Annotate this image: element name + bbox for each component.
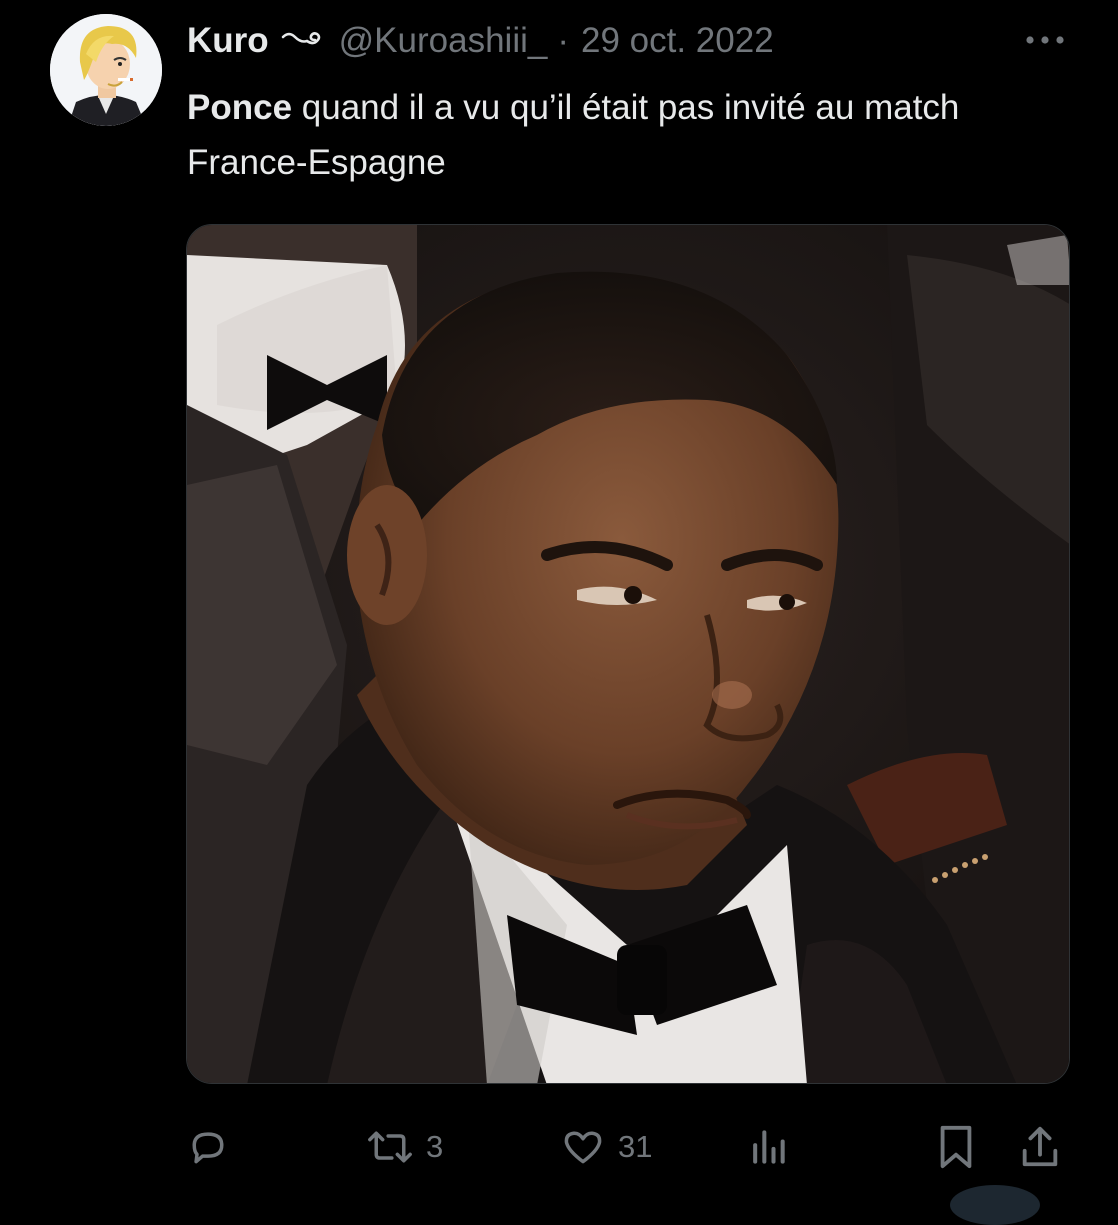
reply-icon — [186, 1125, 230, 1169]
tweet-date[interactable]: 29 oct. 2022 — [581, 21, 774, 61]
tweet-header: Kuro @Kuroashiii_ · 29 oct. 2022 — [187, 18, 774, 64]
bookmark-button[interactable] — [936, 1118, 976, 1176]
bookmark-icon — [936, 1124, 976, 1170]
more-options-icon[interactable] — [1024, 32, 1066, 48]
retweet-count: 3 — [426, 1129, 444, 1164]
views-button[interactable] — [748, 1118, 788, 1176]
floating-button-edge[interactable] — [950, 1185, 1040, 1225]
author-display-name[interactable]: Kuro — [187, 21, 269, 61]
retweet-icon — [366, 1125, 414, 1169]
tweet[interactable]: Kuro @Kuroashiii_ · 29 oct. 2022 Ponce q… — [0, 0, 1118, 1225]
tweet-photo[interactable] — [186, 224, 1070, 1084]
analytics-icon — [748, 1125, 788, 1169]
swirl-icon — [281, 27, 327, 55]
like-button[interactable]: 31 — [560, 1118, 652, 1176]
tweet-actions: 3 31 — [186, 1118, 1066, 1176]
mentioned-name: Ponce — [187, 88, 293, 127]
heart-icon — [560, 1125, 606, 1169]
tweet-text: Ponce quand il a vu qu’il était pas invi… — [187, 80, 1067, 190]
like-count: 31 — [618, 1129, 653, 1164]
separator-dot: · — [557, 21, 569, 60]
reply-button[interactable] — [186, 1118, 242, 1176]
author-handle[interactable]: @Kuroashiii_ — [339, 21, 548, 61]
author-avatar[interactable] — [50, 14, 162, 126]
share-button[interactable] — [1020, 1118, 1060, 1176]
retweet-button[interactable]: 3 — [366, 1118, 443, 1176]
tweet-body: quand il a vu qu’il était pas invité au … — [187, 88, 960, 182]
share-icon — [1020, 1124, 1060, 1170]
